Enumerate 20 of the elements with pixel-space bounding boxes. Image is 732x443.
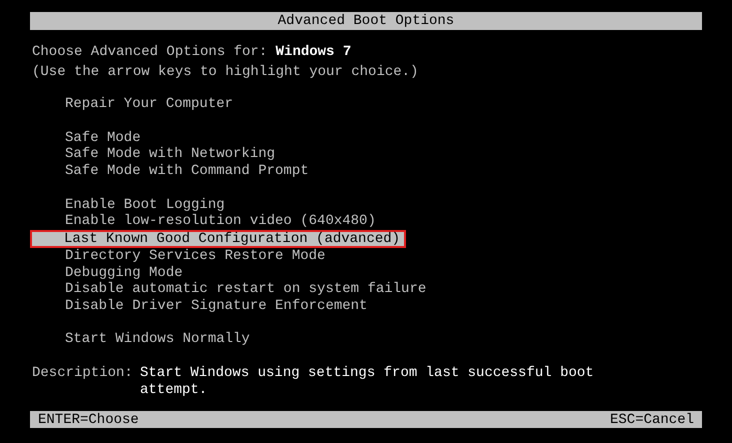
description-text: Start Windows using settings from last successful boot xyxy=(140,365,594,382)
boot-option[interactable]: Directory Services Restore Mode xyxy=(32,248,326,265)
description-label: Description: xyxy=(32,365,134,384)
boot-option[interactable]: Enable Boot Logging xyxy=(32,196,225,214)
status-left-text: ENTER=Choose xyxy=(38,412,139,428)
boot-option[interactable]: Repair Your Computer xyxy=(32,96,234,114)
window-title: Advanced Boot Options xyxy=(278,12,454,30)
boot-option[interactable]: Start Windows Normally xyxy=(32,331,250,348)
boot-option[interactable]: Last Known Good Configuration (advanced) xyxy=(30,230,406,248)
boot-option[interactable]: Safe Mode xyxy=(32,130,141,146)
boot-option[interactable]: Disable Driver Signature Enforcement xyxy=(32,298,368,315)
boot-option[interactable]: Safe Mode with Networking xyxy=(32,146,276,164)
description-text: attempt. xyxy=(140,382,208,398)
hint-text: (Use the arrow keys to highlight your choice.) xyxy=(32,64,420,80)
boot-option[interactable]: Debugging Mode xyxy=(32,264,183,282)
boot-option[interactable]: Enable low-resolution video (640x480) xyxy=(32,213,376,230)
boot-option[interactable]: Disable automatic restart on system failure xyxy=(32,281,426,298)
boot-option[interactable]: Safe Mode with Command Prompt xyxy=(32,163,309,180)
status-right-text: ESC=Cancel xyxy=(610,412,694,428)
prompt-text: Choose Advanced Options for: Windows 7 xyxy=(32,44,352,61)
